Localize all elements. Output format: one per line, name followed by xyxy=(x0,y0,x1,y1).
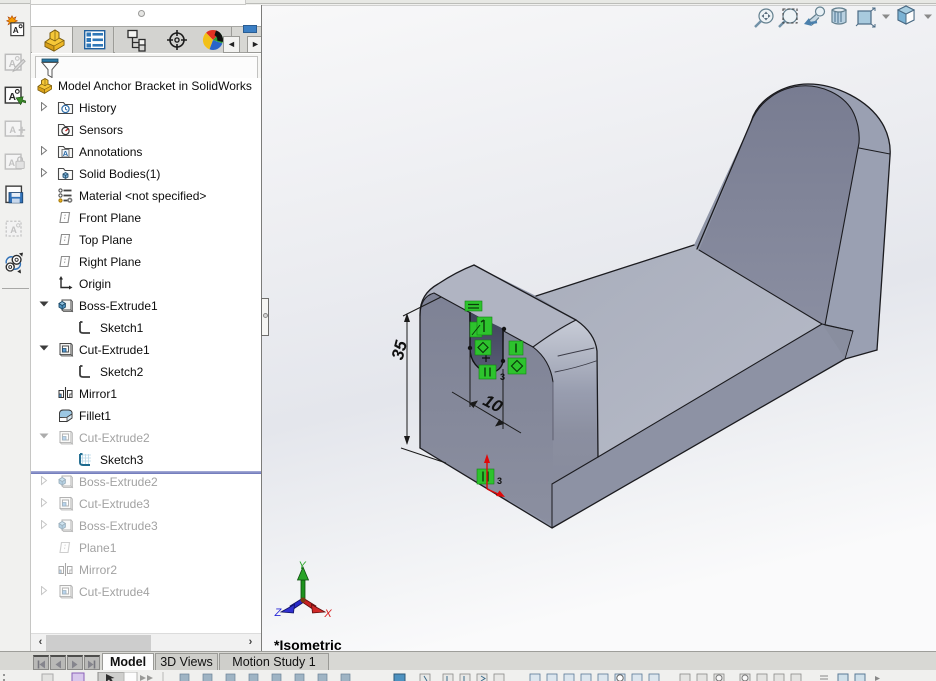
svg-text:A: A xyxy=(9,125,16,135)
svg-text:A: A xyxy=(8,158,15,168)
svg-text:Y: Y xyxy=(298,560,306,572)
svg-text:A: A xyxy=(13,26,19,35)
svg-text:A: A xyxy=(9,92,17,103)
svg-text:3: 3 xyxy=(497,476,502,486)
svg-text:Z: Z xyxy=(274,607,283,619)
svg-text:A: A xyxy=(10,225,17,235)
svg-text:3: 3 xyxy=(500,372,505,382)
svg-text:X: X xyxy=(323,608,332,620)
svg-text:A: A xyxy=(63,149,69,158)
svg-text:*Isometric: *Isometric xyxy=(274,637,342,651)
